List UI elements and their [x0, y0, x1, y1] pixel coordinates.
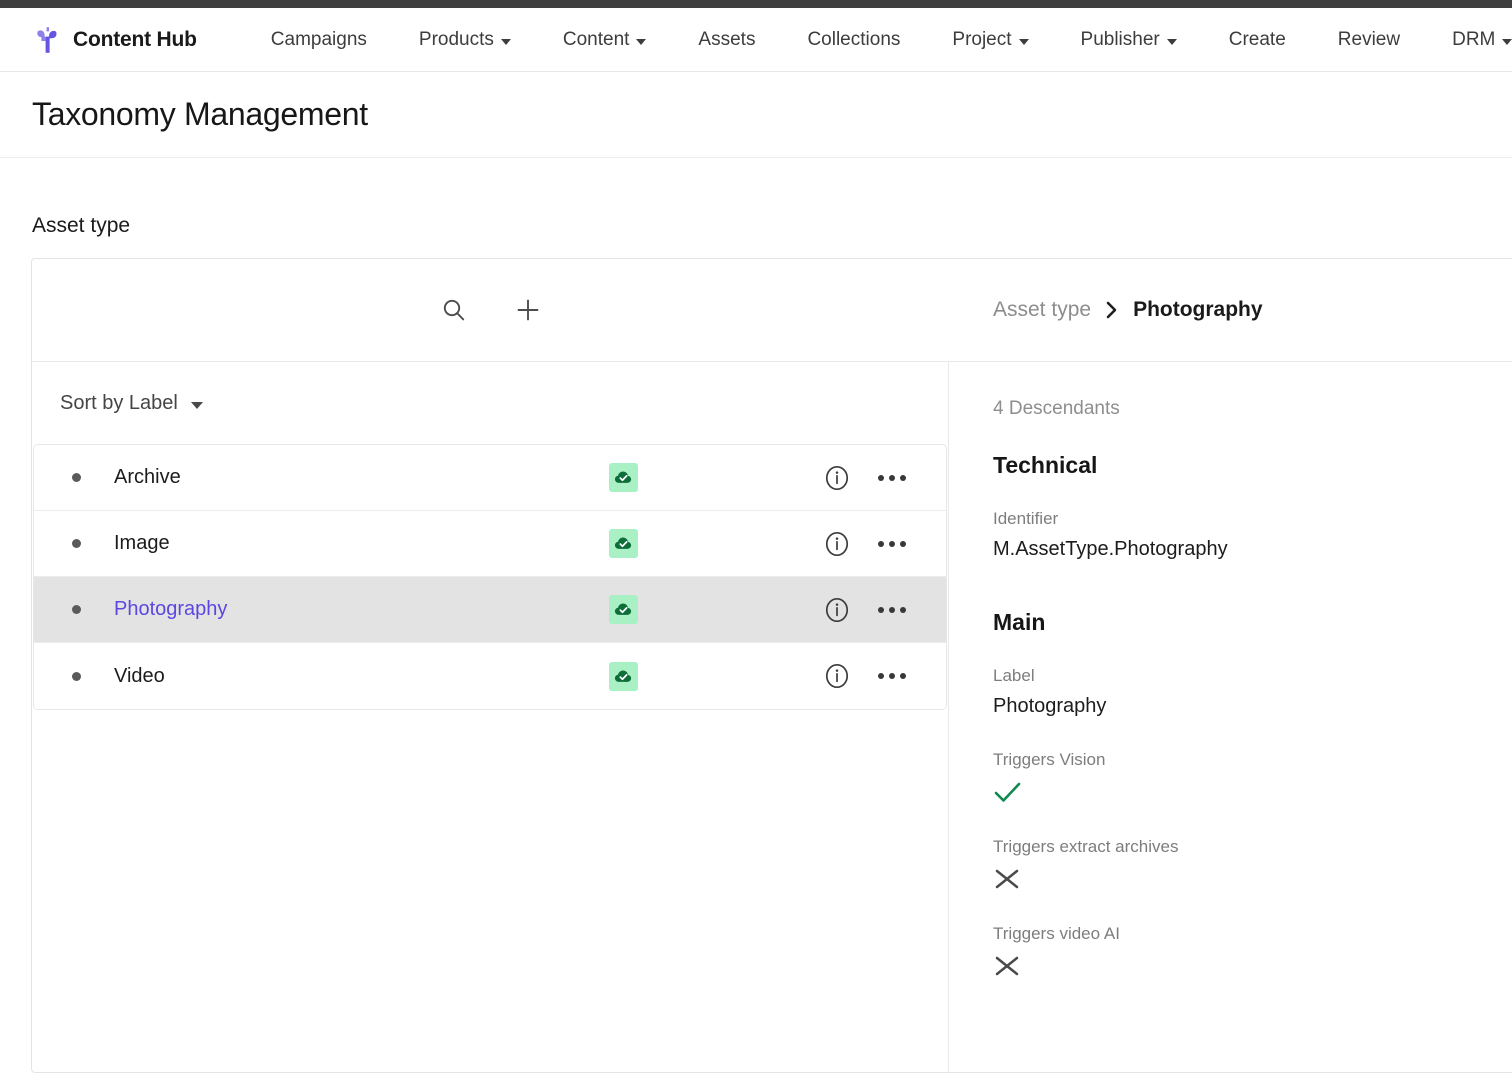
cloud-check-icon — [614, 537, 632, 549]
more-options-icon[interactable] — [878, 606, 906, 613]
field-value: M.AssetType.Photography — [993, 538, 1228, 560]
sort-by-dropdown[interactable]: Sort by Label — [60, 392, 203, 415]
nav-item-label: DRM — [1452, 28, 1496, 50]
nav-item-publisher[interactable]: Publisher — [1055, 29, 1203, 51]
field-value: Photography — [993, 695, 1107, 717]
more-options-icon[interactable] — [878, 474, 906, 481]
tree-item-label: Image — [114, 532, 170, 554]
nav-item-label: Collections — [807, 28, 901, 50]
table-row-selected[interactable]: Photography — [34, 577, 946, 643]
more-options-icon[interactable] — [878, 673, 906, 679]
field-label-main: Label Photography — [993, 666, 1512, 718]
sprout-logo-icon — [37, 26, 57, 53]
chevron-down-icon — [1018, 38, 1029, 45]
cloud-check-icon — [614, 471, 632, 483]
tree-item-label: Video — [114, 664, 165, 687]
field-label: Identifier — [993, 509, 1059, 528]
brand-logo-group[interactable]: Content Hub — [32, 25, 197, 55]
taxonomy-tree: Archive Image Photography Video — [33, 444, 947, 710]
page-title: Taxonomy Management — [32, 96, 368, 132]
group-title-technical: Technical — [993, 452, 1098, 478]
field-identifier: Identifier M.AssetType.Photography — [993, 509, 1512, 561]
field-triggers-video-ai: Triggers video AI — [993, 924, 1512, 979]
node-bullet-icon — [72, 605, 81, 614]
info-circle-icon[interactable] — [822, 595, 852, 625]
nav-item-list: Campaigns Products Content Assets Collec… — [245, 29, 1512, 51]
nav-item-collections[interactable]: Collections — [781, 29, 926, 51]
status-badge — [609, 463, 638, 492]
table-row[interactable]: Image — [34, 511, 946, 577]
info-circle-icon[interactable] — [822, 529, 852, 559]
chevron-down-icon — [1502, 38, 1512, 45]
info-circle-icon[interactable] — [822, 463, 852, 493]
nav-item-label: Review — [1337, 28, 1401, 50]
sort-row: Sort by Label — [32, 362, 948, 444]
nav-item-label: Publisher — [1080, 28, 1160, 50]
nav-item-label: Products — [418, 28, 494, 50]
nav-item-label: Project — [952, 28, 1012, 50]
taxonomy-card: Asset type Photography Sort by Label Arc… — [31, 258, 1512, 1073]
chevron-down-icon — [190, 401, 203, 409]
card-body: Sort by Label Archive Image Photography … — [32, 362, 1512, 1072]
nav-item-assets[interactable]: Assets — [672, 29, 781, 51]
table-row[interactable]: Video — [34, 643, 946, 709]
field-label: Label — [993, 666, 1035, 685]
taxonomy-list-pane: Sort by Label Archive Image Photography … — [32, 362, 949, 1072]
nav-item-content[interactable]: Content — [537, 29, 673, 51]
status-badge — [609, 595, 638, 624]
node-bullet-icon — [72, 473, 81, 482]
info-circle-icon[interactable] — [822, 661, 852, 691]
brand-name: Content Hub — [73, 27, 197, 51]
cloud-check-icon — [614, 670, 632, 682]
chevron-right-icon — [1106, 301, 1117, 319]
breadcrumb-current: Photography — [1133, 298, 1263, 321]
node-bullet-icon — [72, 539, 81, 548]
page-header: Taxonomy Management — [0, 72, 1512, 158]
nav-item-review[interactable]: Review — [1312, 29, 1426, 51]
cross-icon — [993, 953, 1512, 979]
top-accent-bar — [0, 0, 1512, 8]
nav-item-label: Create — [1228, 28, 1286, 50]
nav-item-products[interactable]: Products — [393, 29, 537, 51]
search-icon[interactable] — [437, 293, 471, 327]
breadcrumb-root[interactable]: Asset type — [993, 298, 1091, 322]
nav-item-campaigns[interactable]: Campaigns — [245, 29, 393, 51]
group-title-main: Main — [993, 609, 1046, 635]
field-triggers-vision: Triggers Vision — [993, 750, 1512, 805]
cloud-check-icon — [614, 603, 632, 615]
chevron-down-icon — [500, 38, 511, 45]
nav-item-label: Campaigns — [270, 28, 367, 50]
field-triggers-extract-archives: Triggers extract archives — [993, 837, 1512, 892]
list-toolbar-actions — [32, 293, 949, 327]
more-options-icon[interactable] — [878, 540, 906, 547]
card-toolbar: Asset type Photography — [32, 259, 1512, 362]
field-label: Triggers extract archives — [993, 837, 1179, 856]
tree-item-label: Archive — [114, 466, 181, 488]
status-badge — [609, 529, 638, 558]
nav-item-drm[interactable]: DRM — [1426, 29, 1512, 51]
nav-item-label: Content — [562, 28, 630, 50]
chevron-down-icon — [1166, 38, 1177, 45]
nav-item-label: Assets — [698, 28, 756, 50]
chevron-down-icon — [636, 38, 647, 45]
nav-item-create[interactable]: Create — [1203, 29, 1312, 51]
descendants-count: 4 Descendants — [993, 398, 1120, 419]
detail-pane: 4 Descendants Technical Identifier M.Ass… — [949, 362, 1512, 1072]
field-label: Triggers video AI — [993, 924, 1120, 943]
plus-icon[interactable] — [511, 293, 545, 327]
status-badge — [609, 661, 638, 691]
table-row[interactable]: Archive — [34, 445, 946, 511]
check-icon — [993, 779, 1512, 805]
node-bullet-icon — [72, 671, 81, 681]
taxonomy-section-label: Asset type — [32, 214, 131, 237]
main-navigation-bar: Content Hub Campaigns Products Content A… — [0, 8, 1512, 72]
cross-icon — [993, 866, 1512, 892]
tree-item-label: Photography — [114, 598, 228, 620]
nav-item-project[interactable]: Project — [926, 29, 1054, 51]
field-label: Triggers Vision — [993, 750, 1106, 769]
sort-by-label: Sort by Label — [60, 391, 178, 414]
breadcrumb: Asset type Photography — [949, 298, 1263, 322]
